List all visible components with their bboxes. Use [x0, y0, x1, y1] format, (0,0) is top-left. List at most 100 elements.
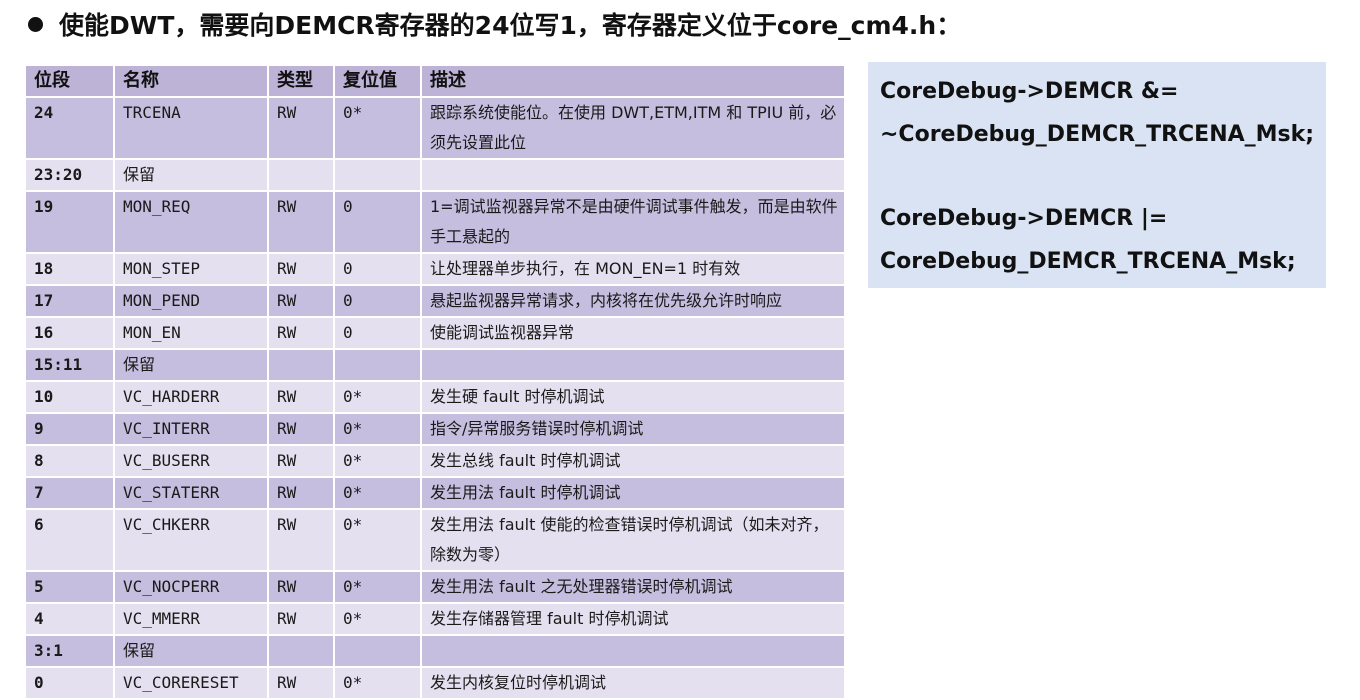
- table-row: 23:20 保留: [24, 158, 844, 192]
- cell-name: MON_REQ: [113, 190, 269, 254]
- table-row: 10 VC_HARDERR RW 0* 发生硬 fault 时停机调试: [24, 380, 844, 414]
- register-table-container: 位段 名称 类型 复位值 描述 24 TRCENA RW 0* 跟踪系统使能位。在使用 …: [24, 64, 844, 698]
- cell-name: VC_BUSERR: [113, 444, 269, 478]
- header-name: 名称: [113, 64, 269, 98]
- cell-description: 跟踪系统使能位。在使用 DWT,ETM,ITM 和 TPIU 前，必须先设置此位: [420, 96, 844, 160]
- cell-bit-field: 10: [24, 380, 115, 414]
- code-snippet-box: CoreDebug->DEMCR &= ~CoreDebug_DEMCR_TRC…: [868, 62, 1326, 288]
- cell-description: [420, 634, 844, 668]
- table-row: 15:11 保留: [24, 348, 844, 382]
- cell-bit-field: 8: [24, 444, 115, 478]
- cell-reset-value: 0: [333, 284, 422, 318]
- cell-name: VC_NOCPERR: [113, 570, 269, 604]
- cell-bit-field: 17: [24, 284, 115, 318]
- cell-type: RW: [267, 252, 335, 286]
- cell-bit-field: 4: [24, 602, 115, 636]
- cell-bit-field: 18: [24, 252, 115, 286]
- cell-name: VC_HARDERR: [113, 380, 269, 414]
- cell-bit-field: 24: [24, 96, 115, 160]
- cell-bit-field: 16: [24, 316, 115, 350]
- table-row: 3:1 保留: [24, 634, 844, 668]
- cell-reset-value: 0: [333, 190, 422, 254]
- cell-type: RW: [267, 570, 335, 604]
- cell-type: RW: [267, 444, 335, 478]
- cell-reset-value: 0*: [333, 96, 422, 160]
- heading-text: 使能DWT，需要向DEMCR寄存器的24位写1，寄存器定义位于core_cm4.…: [59, 11, 962, 40]
- cell-bit-field: 15:11: [24, 348, 115, 382]
- cell-reset-value: 0*: [333, 476, 422, 510]
- cell-reset-value: 0*: [333, 602, 422, 636]
- cell-reset-value: [333, 634, 422, 668]
- header-description: 描述: [420, 64, 844, 98]
- cell-bit-field: 0: [24, 666, 115, 698]
- cell-description: 发生存储器管理 fault 时停机调试: [420, 602, 844, 636]
- cell-bit-field: 3:1: [24, 634, 115, 668]
- cell-name: MON_EN: [113, 316, 269, 350]
- cell-name: VC_STATERR: [113, 476, 269, 510]
- header-type: 类型: [267, 64, 335, 98]
- cell-reset-value: 0*: [333, 412, 422, 446]
- cell-type: RW: [267, 602, 335, 636]
- table-row: 8 VC_BUSERR RW 0* 发生总线 fault 时停机调试: [24, 444, 844, 478]
- table-row: 5 VC_NOCPERR RW 0* 发生用法 fault 之无处理器错误时停机调试: [24, 570, 844, 604]
- table-row: 24 TRCENA RW 0* 跟踪系统使能位。在使用 DWT,ETM,ITM 和 TP…: [24, 96, 844, 160]
- cell-reset-value: 0*: [333, 666, 422, 698]
- header-reset-value: 复位值: [333, 64, 422, 98]
- cell-description: 悬起监视器异常请求，内核将在优先级允许时响应: [420, 284, 844, 318]
- cell-name: MON_PEND: [113, 284, 269, 318]
- cell-name: 保留: [113, 158, 269, 192]
- cell-type: RW: [267, 508, 335, 572]
- cell-description: 发生用法 fault 使能的检查错误时停机调试（如未对齐，除数为零）: [420, 508, 844, 572]
- cell-name: 保留: [113, 634, 269, 668]
- cell-name: VC_CORERESET: [113, 666, 269, 698]
- table-row: 17 MON_PEND RW 0 悬起监视器异常请求，内核将在优先级允许时响应: [24, 284, 844, 318]
- table-row: 4 VC_MMERR RW 0* 发生存储器管理 fault 时停机调试: [24, 602, 844, 636]
- cell-reset-value: 0: [333, 252, 422, 286]
- cell-description: 让处理器单步执行，在 MON_EN=1 时有效: [420, 252, 844, 286]
- cell-description: 发生用法 fault 时停机调试: [420, 476, 844, 510]
- cell-description: 发生总线 fault 时停机调试: [420, 444, 844, 478]
- cell-type: [267, 158, 335, 192]
- cell-name: 保留: [113, 348, 269, 382]
- table-row: 19 MON_REQ RW 0 1=调试监视器异常不是由硬件调试事件触发，而是由软件手工…: [24, 190, 844, 254]
- page-heading: 使能DWT，需要向DEMCR寄存器的24位写1，寄存器定义位于core_cm4.…: [28, 4, 961, 44]
- cell-bit-field: 7: [24, 476, 115, 510]
- table-row: 16 MON_EN RW 0 使能调试监视器异常: [24, 316, 844, 350]
- cell-type: RW: [267, 190, 335, 254]
- code-line-clear-2: ~CoreDebug_DEMCR_TRCENA_Msk;: [880, 122, 1315, 147]
- table-row: 18 MON_STEP RW 0 让处理器单步执行，在 MON_EN=1 时有效: [24, 252, 844, 286]
- cell-description: 指令/异常服务错误时停机调试: [420, 412, 844, 446]
- table-row: 6 VC_CHKERR RW 0* 发生用法 fault 使能的检查错误时停机调试（如未…: [24, 508, 844, 572]
- code-line-set-1: CoreDebug->DEMCR |=: [880, 206, 1168, 231]
- cell-bit-field: 9: [24, 412, 115, 446]
- table-row: 9 VC_INTERR RW 0* 指令/异常服务错误时停机调试: [24, 412, 844, 446]
- table-row: 0 VC_CORERESET RW 0* 发生内核复位时停机调试: [24, 666, 844, 698]
- cell-reset-value: [333, 348, 422, 382]
- cell-type: RW: [267, 96, 335, 160]
- cell-type: RW: [267, 476, 335, 510]
- cell-reset-value: 0*: [333, 508, 422, 572]
- cell-description: 发生内核复位时停机调试: [420, 666, 844, 698]
- header-bit-field: 位段: [24, 64, 115, 98]
- code-line-clear-1: CoreDebug->DEMCR &=: [880, 79, 1179, 104]
- cell-description: 使能调试监视器异常: [420, 316, 844, 350]
- cell-type: [267, 348, 335, 382]
- demcr-register-table: 位段 名称 类型 复位值 描述 24 TRCENA RW 0* 跟踪系统使能位。在使用 …: [24, 64, 844, 698]
- cell-type: RW: [267, 380, 335, 414]
- code-spacer: [880, 156, 1326, 197]
- cell-name: VC_CHKERR: [113, 508, 269, 572]
- cell-reset-value: 0*: [333, 380, 422, 414]
- cell-reset-value: [333, 158, 422, 192]
- cell-type: RW: [267, 666, 335, 698]
- cell-description: [420, 348, 844, 382]
- cell-name: VC_MMERR: [113, 602, 269, 636]
- cell-reset-value: 0: [333, 316, 422, 350]
- cell-description: 发生用法 fault 之无处理器错误时停机调试: [420, 570, 844, 604]
- cell-type: RW: [267, 316, 335, 350]
- cell-name: VC_INTERR: [113, 412, 269, 446]
- cell-reset-value: 0*: [333, 570, 422, 604]
- cell-description: 发生硬 fault 时停机调试: [420, 380, 844, 414]
- cell-type: RW: [267, 412, 335, 446]
- cell-description: [420, 158, 844, 192]
- cell-bit-field: 19: [24, 190, 115, 254]
